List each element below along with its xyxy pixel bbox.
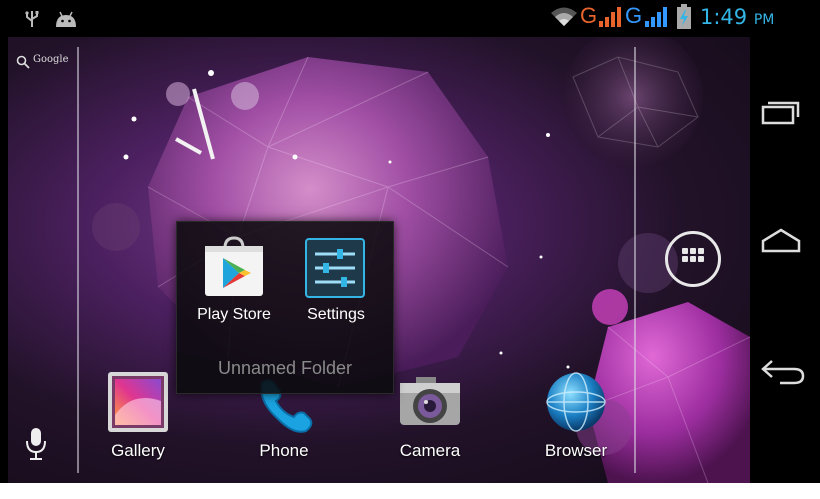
dock-label-gallery: Gallery (111, 441, 165, 460)
folder-name[interactable]: Unnamed Folder (177, 358, 393, 379)
dock-label-phone: Phone (259, 441, 309, 460)
clock-time: 1:49 (700, 5, 748, 29)
page-divider-right (634, 47, 636, 473)
all-apps-button[interactable] (665, 231, 721, 287)
dock-label-camera: Camera (399, 441, 461, 460)
status-clock: 1:49 PM (700, 5, 774, 29)
dock-app-camera[interactable]: Camera (380, 367, 480, 467)
microphone-icon[interactable] (25, 427, 47, 461)
signal-strength-icon-2 (645, 7, 667, 27)
signal-strength-icon (599, 7, 621, 27)
bottom-bezel (0, 483, 820, 499)
battery-charging-icon (677, 4, 691, 29)
network-type-label: G (580, 3, 598, 28)
android-debug-icon (56, 11, 76, 27)
search-icon[interactable] (16, 55, 30, 69)
folder-popup: Play Store Settings Unnamed Folder (176, 221, 394, 394)
page-divider-left (77, 47, 79, 473)
home-wallpaper: Google Gallery Phone Camera Browser Play… (8, 37, 750, 483)
wifi-icon (551, 7, 577, 26)
folder-item-label-play-store: Play Store (197, 306, 271, 323)
dock-app-gallery[interactable]: Gallery (88, 367, 188, 467)
folder-item-label-settings: Settings (307, 306, 365, 323)
dock-label-browser: Browser (544, 441, 608, 460)
home-icon[interactable] (760, 227, 802, 255)
left-bezel (0, 37, 8, 483)
settings-icon (305, 238, 365, 298)
clock-ampm: PM (753, 12, 775, 28)
camera-icon (400, 377, 460, 425)
dock-app-browser[interactable]: Browser (526, 367, 626, 467)
network-type-label-2: G (625, 3, 643, 28)
gallery-icon (108, 372, 168, 432)
usb-icon (25, 11, 39, 27)
recent-apps-icon[interactable] (760, 97, 802, 127)
google-search-label[interactable]: Google (33, 54, 69, 65)
status-bar: G G 1:49 PM (0, 0, 820, 36)
back-icon[interactable] (760, 357, 806, 387)
play-store-icon (205, 236, 263, 296)
navigation-bar (750, 37, 820, 483)
all-apps-icon (682, 248, 704, 262)
folder-item-settings[interactable]: Settings (281, 232, 391, 332)
browser-icon (546, 372, 606, 432)
folder-item-play-store[interactable]: Play Store (179, 232, 289, 332)
